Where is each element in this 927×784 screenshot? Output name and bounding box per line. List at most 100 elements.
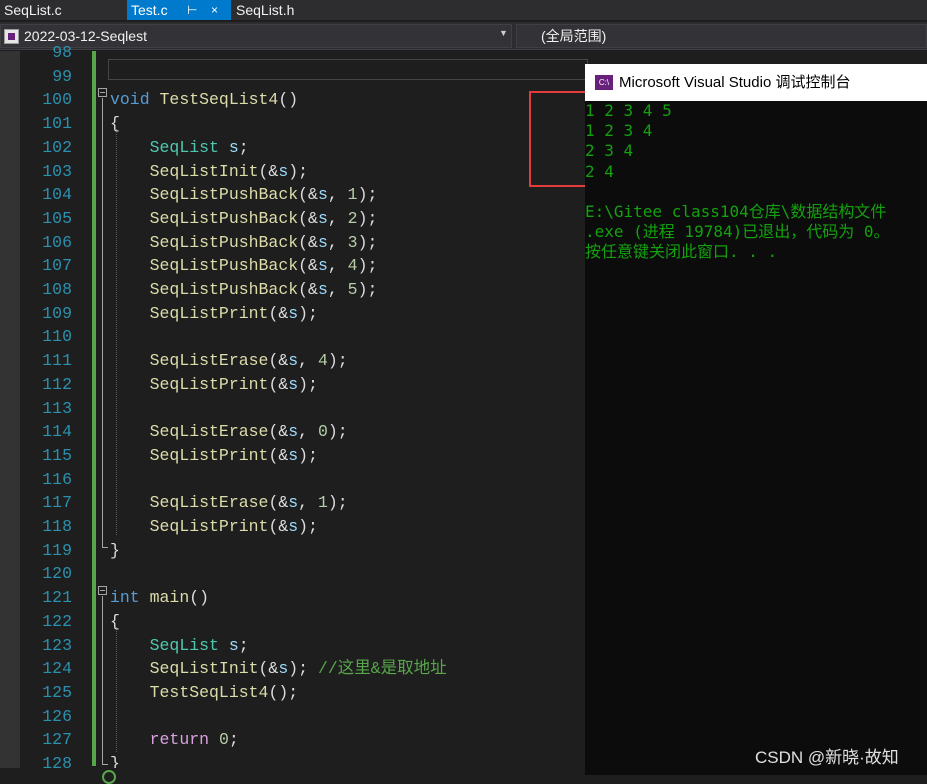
console-output-line: E:\Gitee class104仓库\数据结构文件 (585, 202, 887, 221)
tab-test-c[interactable]: Test.c ⊢ × (127, 0, 231, 20)
line-number: 118 (42, 517, 72, 536)
console-title: Microsoft Visual Studio 调试控制台 (619, 74, 851, 91)
code-token: 4 (317, 351, 328, 370)
close-icon[interactable]: × (211, 0, 218, 20)
console-output-line: 2 3 4 (585, 141, 634, 160)
code-token: TestSeqList4 (159, 90, 279, 109)
code-token: s (317, 256, 328, 275)
collapse-icon[interactable] (98, 88, 107, 97)
line-number: 117 (42, 493, 72, 512)
debug-console-window[interactable]: C:\ Microsoft Visual Studio 调试控制台 1 2 3 … (585, 64, 927, 775)
code-token: ; (228, 730, 239, 749)
code-line[interactable]: { (110, 610, 120, 634)
code-token: SeqListErase (149, 351, 269, 370)
code-token: (& (268, 493, 289, 512)
code-line[interactable]: return 0; (110, 728, 239, 752)
line-number: 119 (42, 541, 72, 560)
code-line[interactable]: SeqListPushBack(&s, 4); (110, 254, 378, 278)
line-number: 106 (42, 233, 72, 252)
code-token: ); (288, 162, 309, 181)
code-token: (& (268, 375, 289, 394)
code-line[interactable]: SeqList s; (110, 136, 249, 160)
code-line[interactable]: SeqListPrint(&s); (110, 302, 318, 326)
code-token: ); (298, 446, 318, 465)
code-token: (& (268, 517, 289, 536)
code-line[interactable]: { (110, 112, 120, 136)
code-token: ); (327, 493, 348, 512)
line-number: 108 (42, 280, 72, 299)
line-number: 122 (42, 612, 72, 631)
code-line[interactable]: SeqListPushBack(&s, 2); (110, 207, 378, 231)
code-line[interactable]: TestSeqList4(); (110, 681, 299, 705)
project-dropdown[interactable]: 2022-03-12-Seqlest ▼ (0, 24, 512, 48)
code-token: ; (238, 636, 249, 655)
tab-seqlist-c[interactable]: SeqList.c (0, 0, 127, 20)
scope-dropdown-value: (全局范围) (541, 28, 607, 44)
code-line[interactable]: SeqListInit(&s); //这里&是取地址 (110, 657, 447, 681)
scope-dropdown[interactable]: (全局范围) (516, 24, 927, 48)
code-line[interactable]: SeqListPushBack(&s, 3); (110, 231, 378, 255)
code-token: ); (298, 517, 318, 536)
code-token: ); (357, 209, 378, 228)
code-line[interactable]: SeqListPrint(&s); (110, 373, 318, 397)
code-token: s (278, 659, 289, 678)
code-token: 3 (347, 233, 358, 252)
code-token: ); (327, 351, 348, 370)
fold-end-marker (102, 764, 108, 765)
code-token: , (327, 209, 348, 228)
code-token: int (110, 588, 140, 607)
code-token: s (228, 636, 239, 655)
code-token: SeqListPushBack (149, 185, 299, 204)
code-token: void (110, 90, 150, 109)
code-line[interactable]: SeqListErase(&s, 0); (110, 420, 348, 444)
code-token: , (327, 256, 348, 275)
line-number: 111 (42, 351, 72, 370)
code-line[interactable]: SeqListPushBack(&s, 5); (110, 278, 378, 302)
code-token: SeqListErase (149, 422, 269, 441)
code-token: ); (327, 422, 348, 441)
code-token: SeqListPrint (149, 446, 269, 465)
line-number: 110 (42, 327, 72, 346)
code-line[interactable]: SeqListPrint(&s); (110, 444, 318, 468)
console-output-line: 1 2 3 4 (585, 121, 653, 140)
code-line[interactable]: SeqListInit(&s); (110, 160, 308, 184)
console-title-bar[interactable]: C:\ Microsoft Visual Studio 调试控制台 (585, 64, 927, 101)
code-token: SeqListPushBack (149, 233, 299, 252)
console-app-icon: C:\ (595, 75, 613, 90)
code-token: (& (268, 446, 289, 465)
code-line[interactable]: SeqListPushBack(&s, 1); (110, 183, 378, 207)
code-line[interactable]: int main() (110, 586, 209, 610)
code-line[interactable]: SeqListErase(&s, 4); (110, 349, 348, 373)
code-token: (& (268, 304, 289, 323)
line-number: 102 (42, 138, 72, 157)
code-line[interactable]: SeqListErase(&s, 1); (110, 491, 348, 515)
line-number: 126 (42, 707, 72, 726)
change-tracking-bar (92, 51, 96, 766)
code-line[interactable]: } (110, 539, 120, 563)
line-number: 104 (42, 185, 72, 204)
code-line[interactable]: SeqList s; (110, 634, 249, 658)
console-output-line: 按任意键关闭此窗口. . . (585, 242, 778, 261)
line-number: 121 (42, 588, 72, 607)
line-number: 113 (42, 399, 72, 418)
collapse-icon[interactable] (98, 586, 107, 595)
pin-icon[interactable]: ⊢ (187, 0, 197, 20)
line-number: 127 (42, 730, 72, 749)
code-token: ); (357, 185, 378, 204)
tab-seqlist-h[interactable]: SeqList.h (232, 0, 342, 20)
code-line[interactable]: void TestSeqList4() (110, 88, 298, 112)
chevron-down-icon[interactable]: ▼ (499, 28, 508, 38)
code-token: s (288, 422, 299, 441)
code-line[interactable]: SeqListPrint(&s); (110, 515, 318, 539)
code-token: ); (357, 280, 378, 299)
line-number: 115 (42, 446, 72, 465)
line-number: 116 (42, 470, 72, 489)
code-token: 1 (317, 493, 328, 512)
